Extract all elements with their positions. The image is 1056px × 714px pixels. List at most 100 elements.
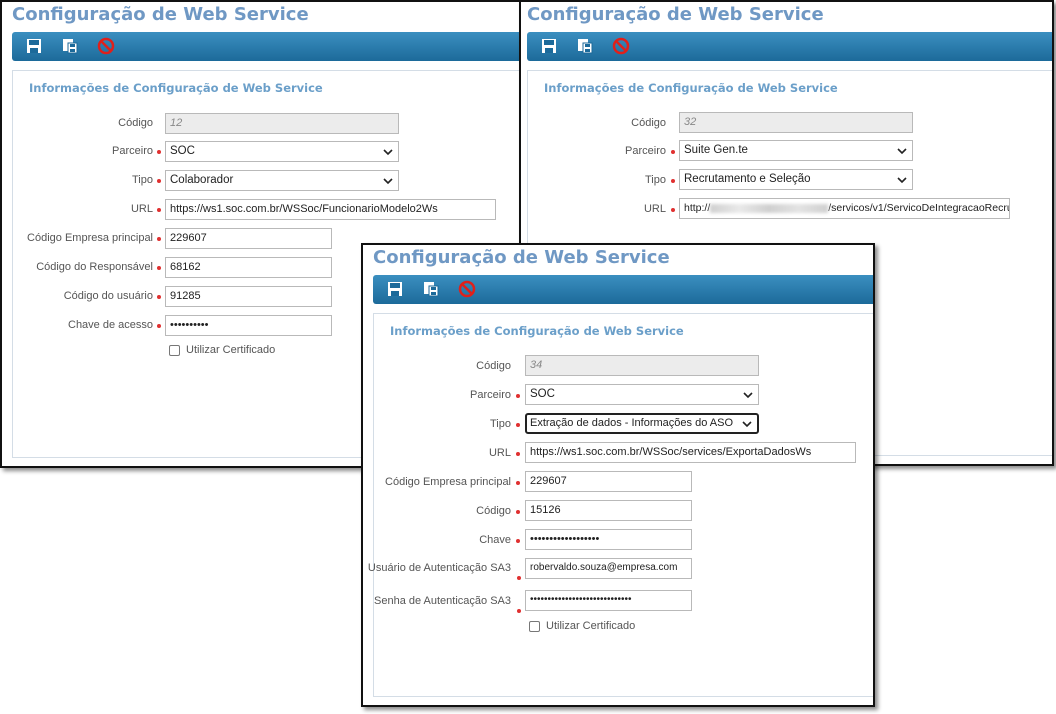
save-button[interactable] [385, 279, 405, 299]
config-panel: Informações de Configuração de Web Servi… [368, 313, 873, 697]
usuario-sa3-input[interactable]: robervaldo.souza@empresa.com [525, 558, 692, 579]
url-prefix: http:// [684, 202, 711, 214]
parceiro-label: Parceiro [470, 389, 511, 401]
url-label: URL [643, 203, 666, 215]
codigo-label: Código [631, 117, 666, 129]
required-marker [157, 295, 161, 299]
save-icon [388, 282, 402, 296]
save-as-icon [63, 39, 78, 54]
save-as-button[interactable] [421, 279, 441, 299]
parceiro-select[interactable]: SOC [525, 384, 759, 405]
required-marker [157, 237, 161, 241]
codigo2-input[interactable]: 15126 [525, 500, 692, 521]
chevron-down-icon [897, 177, 907, 184]
empresa-input[interactable]: 229607 [525, 471, 692, 492]
required-marker [157, 266, 161, 270]
save-icon [542, 39, 556, 53]
codigo-field: 32 [679, 112, 913, 133]
window-title: Configuração de Web Service [527, 4, 824, 25]
window-3: Configuração de Web Service Informações … [361, 243, 875, 707]
parceiro-label: Parceiro [625, 145, 666, 157]
certificado-label: Utilizar Certificado [186, 344, 276, 356]
save-button[interactable] [539, 36, 559, 56]
certificado-checkbox[interactable]: Utilizar Certificado [169, 344, 275, 356]
save-as-icon [424, 282, 439, 297]
required-marker [516, 481, 520, 485]
empresa-label: Código Empresa principal [27, 232, 153, 244]
codigo-label: Código [118, 117, 153, 129]
usuario-input[interactable]: 91285 [165, 286, 332, 307]
cancel-button[interactable] [457, 279, 477, 299]
redacted-host [710, 203, 829, 213]
save-icon [27, 39, 41, 53]
url-label: URL [488, 447, 511, 459]
senha-sa3-label: Senha de Autenticação SA3 [374, 595, 511, 607]
url-input[interactable]: https://ws1.soc.com.br/WSSoc/Funcionario… [165, 199, 496, 220]
responsavel-label: Código do Responsável [36, 261, 153, 273]
save-as-button[interactable] [575, 36, 595, 56]
tipo-value: Recrutamento e Seleção [684, 173, 811, 185]
toolbar [527, 32, 1052, 61]
responsavel-input[interactable]: 68162 [165, 257, 332, 278]
usuario-sa3-label: Usuário de Autenticação SA3 [367, 562, 511, 574]
required-marker [157, 150, 161, 154]
panel-title: Informações de Configuração de Web Servi… [544, 81, 838, 95]
chave-input[interactable]: •••••••••• [165, 315, 332, 336]
empresa-label: Código Empresa principal [385, 476, 511, 488]
tipo-value: Colaborador [170, 174, 234, 186]
required-marker [157, 208, 161, 212]
parceiro-label: Parceiro [112, 145, 153, 157]
tipo-select[interactable]: Extração de dados - Informações do ASO [525, 413, 759, 434]
url-input[interactable]: http:// /servicos/v1/ServicoDeIntegracaoR… [679, 198, 1010, 219]
parceiro-select[interactable]: Suite Gen.te [679, 140, 913, 161]
checkbox-box[interactable] [529, 620, 540, 632]
tipo-select[interactable]: Colaborador [165, 170, 399, 191]
cancel-button[interactable] [611, 36, 631, 56]
tipo-label: Tipo [490, 418, 511, 430]
senha-sa3-input[interactable]: ••••••••••••••••••••••••••••• [525, 590, 692, 611]
codigo-field: 34 [525, 355, 759, 376]
window-title: Configuração de Web Service [12, 4, 309, 25]
codigo-field: 12 [165, 113, 399, 134]
chevron-down-icon [897, 148, 907, 155]
cancel-button[interactable] [96, 36, 116, 56]
cancel-icon [97, 37, 115, 55]
save-button[interactable] [24, 36, 44, 56]
save-as-button[interactable] [60, 36, 80, 56]
checkbox-box[interactable] [169, 344, 180, 356]
chevron-down-icon [383, 178, 393, 185]
required-marker [516, 423, 520, 427]
required-marker [516, 510, 520, 514]
required-marker [516, 452, 520, 456]
required-marker [516, 394, 520, 398]
certificado-label: Utilizar Certificado [546, 620, 636, 632]
panel-title: Informações de Configuração de Web Servi… [390, 324, 684, 338]
certificado-checkbox[interactable]: Utilizar Certificado [529, 620, 635, 632]
toolbar [373, 275, 873, 304]
required-marker [671, 208, 675, 212]
required-marker [157, 324, 161, 328]
tipo-label: Tipo [645, 174, 666, 186]
required-marker [517, 576, 521, 580]
parceiro-value: SOC [530, 388, 555, 400]
tipo-value: Extração de dados - Informações do ASO [530, 417, 734, 429]
tipo-label: Tipo [132, 174, 153, 186]
required-marker [517, 609, 521, 613]
chave-input[interactable]: •••••••••••••••••• [525, 529, 692, 550]
chevron-down-icon [742, 421, 752, 428]
url-input[interactable]: https://ws1.soc.com.br/WSSoc/services/Ex… [525, 442, 856, 463]
chevron-down-icon [743, 392, 753, 399]
cancel-icon [612, 37, 630, 55]
panel-title: Informações de Configuração de Web Servi… [29, 81, 323, 95]
url-suffix: /servicos/v1/ServicoDeIntegracaoRecru [828, 202, 1010, 214]
parceiro-select[interactable]: SOC [165, 141, 399, 162]
save-as-icon [578, 39, 593, 54]
required-marker [157, 179, 161, 183]
empresa-input[interactable]: 229607 [165, 228, 332, 249]
toolbar [12, 32, 524, 61]
window-title: Configuração de Web Service [373, 247, 670, 268]
parceiro-value: Suite Gen.te [684, 144, 748, 156]
tipo-select[interactable]: Recrutamento e Seleção [679, 169, 913, 190]
required-marker [671, 179, 675, 183]
cancel-icon [458, 280, 476, 298]
